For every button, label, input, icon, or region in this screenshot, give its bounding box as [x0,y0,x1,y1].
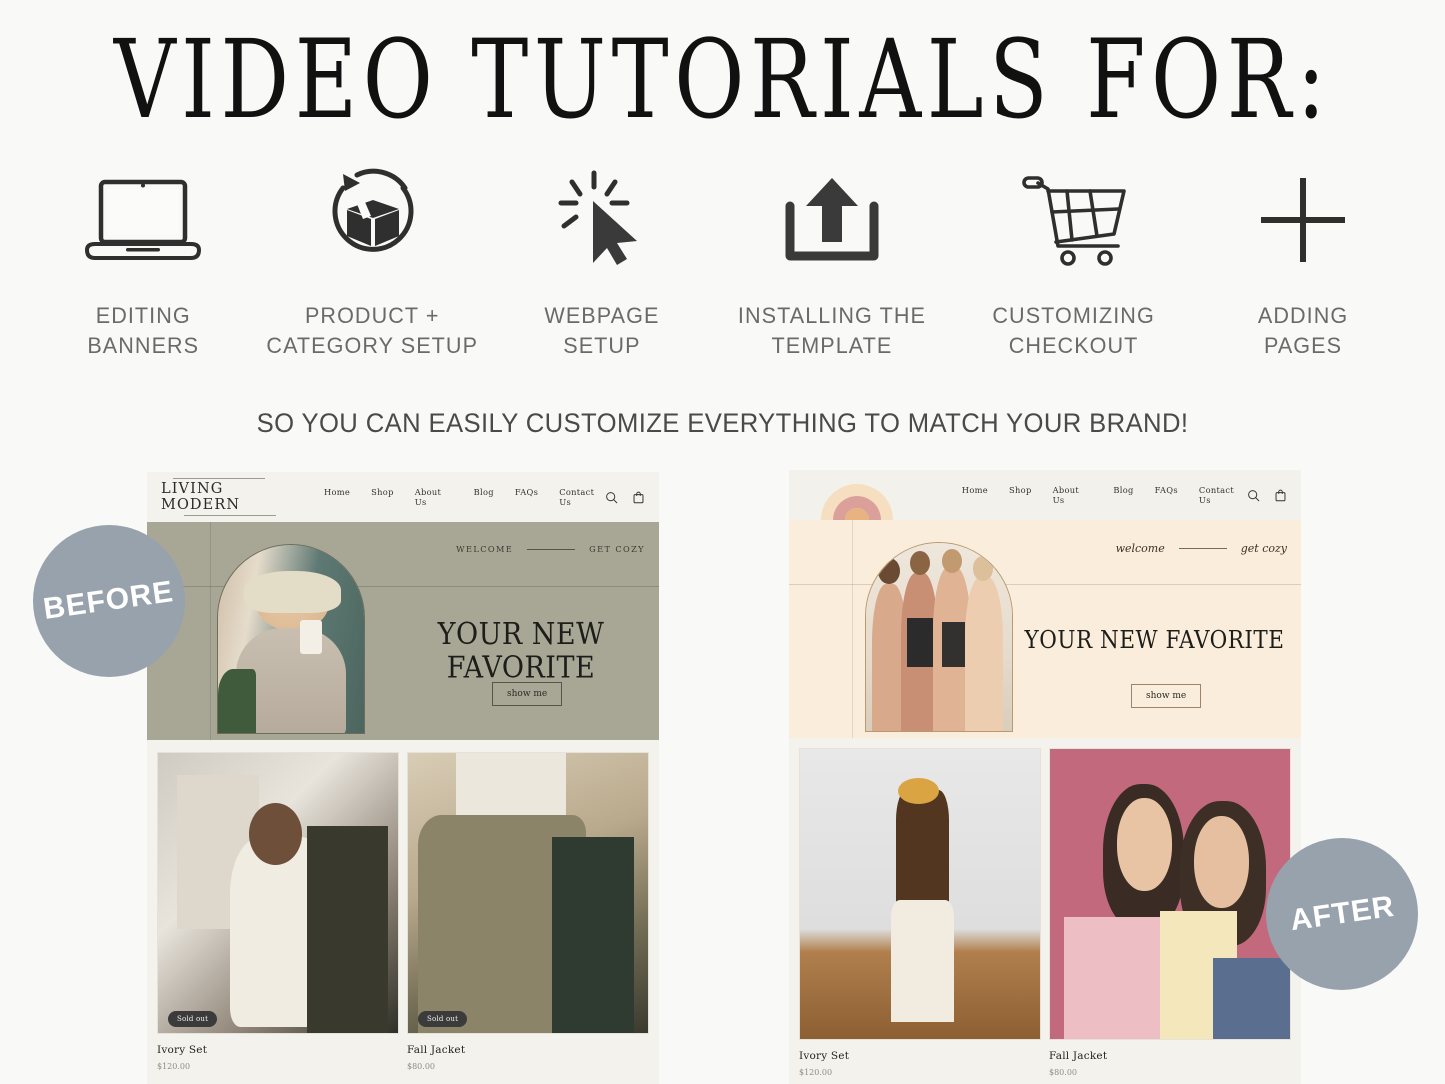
nav-item-blog[interactable]: Blog [474,487,494,507]
feature-webpage-setup: WEBPAGE SETUP [497,165,707,360]
laptop-icon [78,165,208,275]
after-badge-label: AFTER [1287,889,1397,938]
product-card[interactable]: Sold out Ivory Set $120.00 [157,752,399,1084]
product-card[interactable]: Fall Jacket $80.00 [1049,748,1291,1083]
product-image [1049,748,1291,1040]
video-tutorials-page: VIDEO TUTORIALS FOR: EDITING BANNERS PRO… [0,0,1445,1084]
product-name: Fall Jacket [1049,1050,1108,1062]
nav-item-contact-us[interactable]: Contact Us [1199,485,1247,505]
tagline: SO YOU CAN EASILY CUSTOMIZE EVERYTHING T… [256,408,1189,438]
upload-icon [767,165,897,275]
shopping-cart-icon [1009,165,1139,275]
after-mockup: Home Shop About Us Blog FAQs Contact Us [789,470,1301,1084]
hero-divider-vertical [210,522,211,740]
nav-item-faqs[interactable]: FAQs [515,487,538,507]
feature-product-category-setup: PRODUCT + CATEGORY SETUP [255,165,490,360]
eyebrow-right: GET COZY [589,544,645,554]
before-hero-title: YOUR NEW FAVORITE [437,616,605,686]
before-product-grid: Sold out Ivory Set $120.00 Sold out Fall… [147,740,659,1084]
product-image: Sold out [407,752,649,1034]
sold-out-badge: Sold out [168,1011,218,1027]
logo-text: LIVING MODERN [161,481,241,513]
product-image [799,748,1041,1040]
shopping-bag-icon[interactable] [632,491,645,504]
product-price: $80.00 [407,1062,435,1071]
nav-item-about-us[interactable]: About Us [1053,485,1093,505]
eyebrow-rule [527,548,576,550]
nav-item-home[interactable]: Home [962,485,988,505]
product-price: $120.00 [157,1062,191,1071]
after-hero-title: YOUR NEW FAVORITE [1024,626,1285,655]
after-hero: welcome get cozy YOUR NEW FAVORITE show … [789,520,1301,738]
product-name: Fall Jacket [407,1044,466,1056]
feature-icon-row: EDITING BANNERS PRODUCT + CATEGORY SETUP… [38,165,1408,365]
feature-customizing-checkout: CUSTOMIZING CHECKOUT [956,165,1191,360]
nav-item-about-us[interactable]: About Us [415,487,453,507]
feature-installing-template: INSTALLING THE TEMPLATE [714,165,949,360]
click-cursor-icon [537,165,667,275]
before-hero: WELCOME GET COZY YOUR NEW FAVORITE show … [147,522,659,740]
hero-photo [866,543,1012,731]
after-product-grid: Ivory Set $120.00 Fall Jacket $80.00 [789,738,1301,1083]
feature-editing-banners: EDITING BANNERS [38,165,248,360]
plus-icon [1238,165,1368,275]
sold-out-badge: Sold out [418,1011,468,1027]
feature-label: EDITING BANNERS [87,303,199,358]
product-price: $120.00 [799,1068,833,1077]
hero-divider-vertical [852,520,853,738]
before-badge: BEFORE [33,525,185,677]
after-site-header: Home Shop About Us Blog FAQs Contact Us [789,470,1301,520]
before-site-header: LIVING MODERN Home Shop About Us Blog FA… [147,472,659,522]
nav-item-shop[interactable]: Shop [1009,485,1032,505]
before-header-icons [605,491,645,504]
product-card[interactable]: Ivory Set $120.00 [799,748,1041,1083]
search-icon[interactable] [1247,489,1260,502]
eyebrow-right: get cozy [1240,542,1287,555]
after-hero-arch-image [865,542,1013,732]
feature-label: INSTALLING THE TEMPLATE [737,303,926,358]
feature-label: ADDING PAGES [1257,303,1349,358]
before-hero-cta-button[interactable]: show me [492,682,563,706]
before-hero-arch-image [217,544,365,734]
nav-item-shop[interactable]: Shop [371,487,394,507]
product-name: Ivory Set [157,1044,208,1056]
after-badge: AFTER [1266,838,1418,990]
after-hero-cta-button[interactable]: show me [1131,684,1202,708]
logo-rule-top [173,478,266,479]
feature-label: WEBPAGE SETUP [544,303,660,358]
after-nav: Home Shop About Us Blog FAQs Contact Us [962,485,1247,505]
product-name: Ivory Set [799,1050,850,1062]
logo-rule-bottom [184,515,277,516]
page-title: VIDEO TUTORIALS FOR: [113,16,1332,143]
hero-photo [218,545,364,733]
rainbow-arch-logo-icon[interactable] [803,470,910,520]
eyebrow-rule [1178,548,1227,549]
eyebrow-left: welcome [1115,542,1165,555]
nav-item-blog[interactable]: Blog [1113,485,1133,505]
nav-item-faqs[interactable]: FAQs [1155,485,1178,505]
nav-item-contact-us[interactable]: Contact Us [559,487,605,507]
before-hero-eyebrow: WELCOME GET COZY [456,544,645,554]
feature-label: CUSTOMIZING CHECKOUT [992,303,1155,358]
feature-label: PRODUCT + CATEGORY SETUP [266,303,479,358]
product-price: $80.00 [1049,1068,1077,1077]
before-mockup: LIVING MODERN Home Shop About Us Blog FA… [147,472,659,1084]
product-card[interactable]: Sold out Fall Jacket $80.00 [407,752,649,1084]
shopping-bag-icon[interactable] [1274,489,1287,502]
nav-item-home[interactable]: Home [324,487,350,507]
before-nav: Home Shop About Us Blog FAQs Contact Us [324,487,605,507]
eyebrow-left: WELCOME [456,544,514,554]
before-site-logo[interactable]: LIVING MODERN [161,478,278,516]
feature-adding-pages: ADDING PAGES [1198,165,1408,360]
box-refresh-icon [308,165,438,275]
after-hero-eyebrow: welcome get cozy [1116,542,1287,555]
before-badge-label: BEFORE [41,575,177,626]
after-header-icons [1247,489,1287,502]
search-icon[interactable] [605,491,618,504]
product-image: Sold out [157,752,399,1034]
